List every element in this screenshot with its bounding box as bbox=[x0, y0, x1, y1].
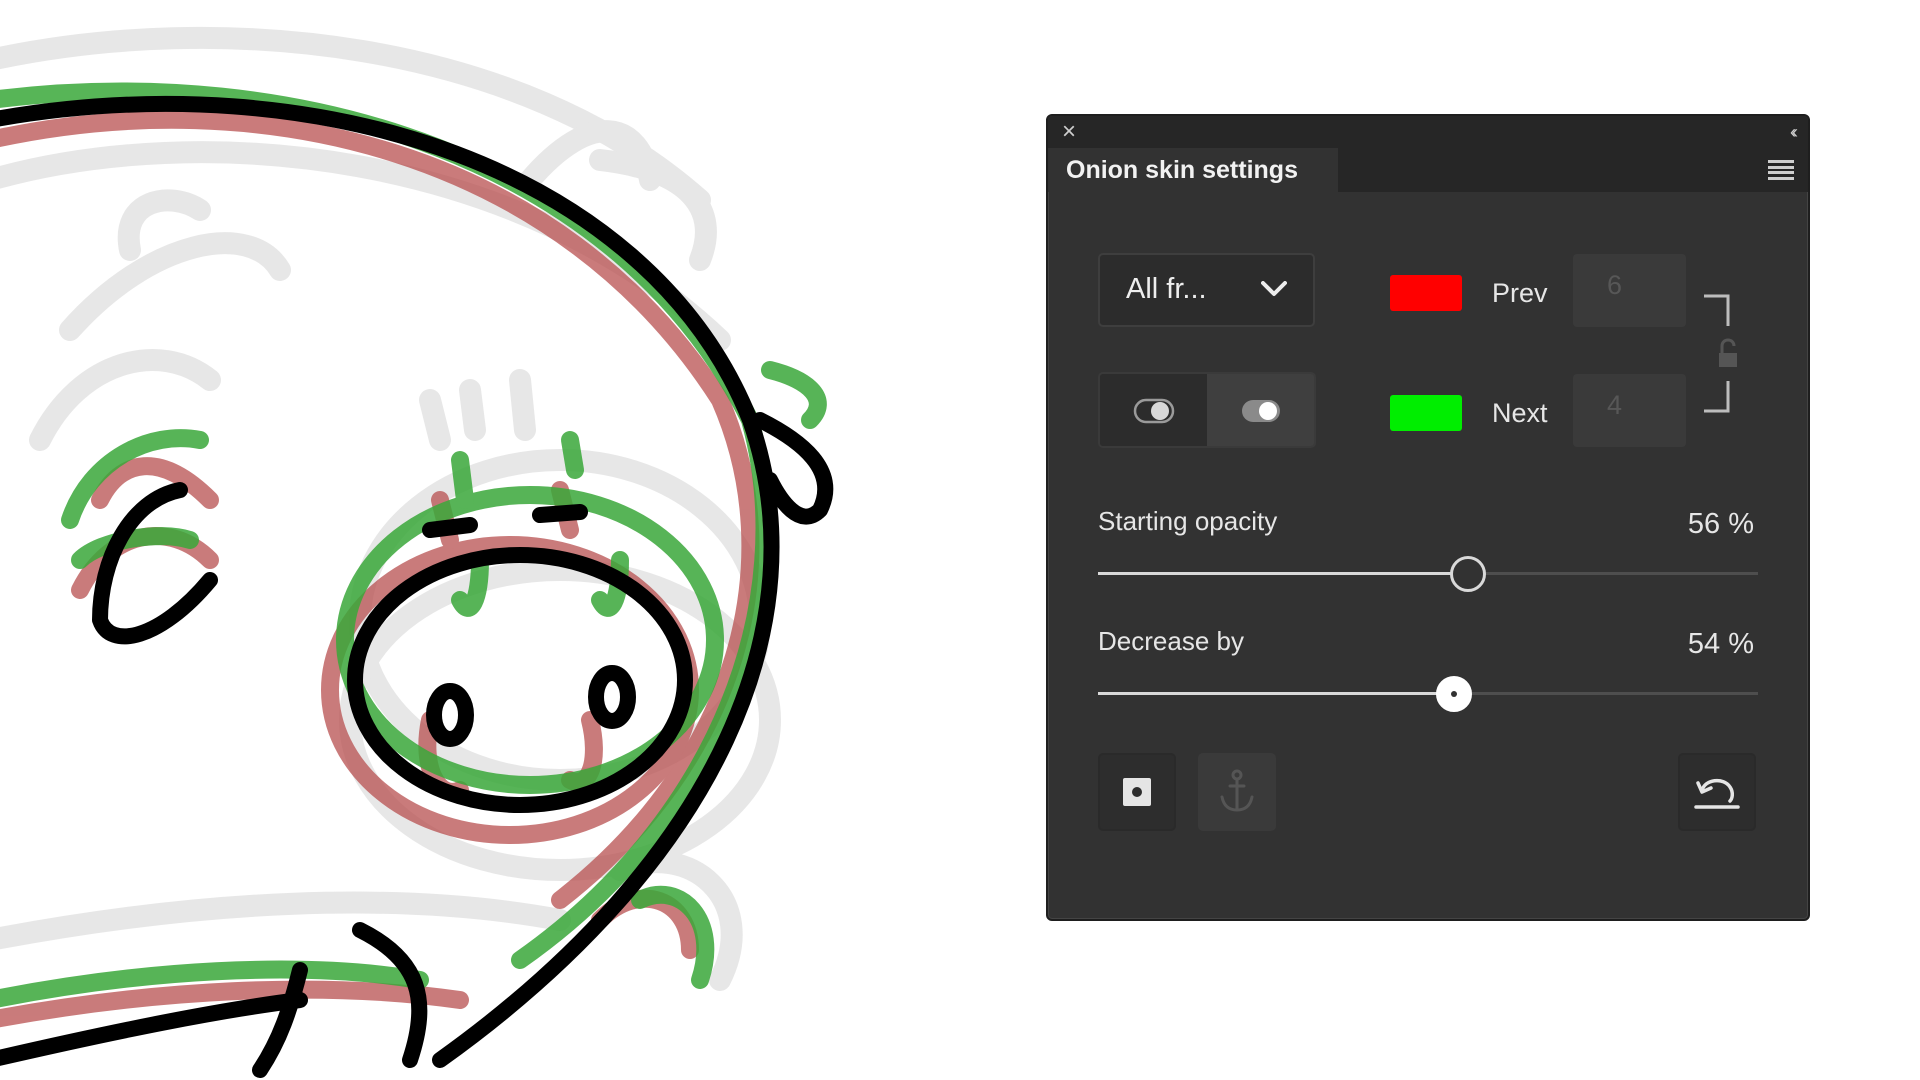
prev-color-swatch[interactable] bbox=[1390, 275, 1462, 311]
link-lock-icon[interactable] bbox=[1694, 291, 1744, 421]
dropdown-value: All fr... bbox=[1126, 273, 1207, 305]
anchor-button[interactable] bbox=[1198, 753, 1276, 831]
starting-opacity-fill bbox=[1098, 572, 1468, 575]
keyframe-icon bbox=[1123, 778, 1151, 806]
panel-tabbar: Onion skin settings bbox=[1048, 148, 1808, 192]
collapse-icon[interactable]: ‹‹ bbox=[1790, 122, 1798, 143]
next-color-swatch[interactable] bbox=[1390, 395, 1462, 431]
next-label: Next bbox=[1492, 398, 1548, 428]
close-icon[interactable]: × bbox=[1062, 120, 1076, 144]
keyframe-button[interactable] bbox=[1098, 753, 1176, 831]
next-frames-input[interactable]: 4 bbox=[1573, 374, 1686, 447]
starting-opacity-value: 56 % bbox=[1687, 508, 1754, 540]
onion-skin-settings-panel: × ‹‹ Onion skin settings All fr... Prev … bbox=[1046, 114, 1810, 921]
starting-opacity-label: Starting opacity bbox=[1098, 506, 1278, 536]
prev-label: Prev bbox=[1492, 278, 1548, 308]
onion-mode-dropdown[interactable]: All fr... bbox=[1098, 253, 1315, 327]
anchor-icon bbox=[1220, 769, 1254, 812]
hamburger-menu-icon[interactable] bbox=[1768, 160, 1794, 180]
decrease-by-label: Decrease by bbox=[1098, 626, 1244, 656]
reset-button[interactable] bbox=[1678, 753, 1756, 831]
toggle-outline-icon bbox=[1133, 398, 1175, 424]
toggle-filled-icon bbox=[1242, 400, 1280, 422]
outline-mode-button[interactable] bbox=[1100, 374, 1207, 446]
prev-frames-input[interactable]: 6 bbox=[1573, 254, 1686, 327]
chevron-down-icon bbox=[1261, 281, 1287, 296]
decrease-by-value: 54 % bbox=[1687, 628, 1754, 660]
decrease-by-fill bbox=[1098, 692, 1455, 695]
filled-mode-button[interactable] bbox=[1207, 374, 1314, 446]
reset-icon bbox=[1694, 778, 1740, 809]
decrease-by-slider-thumb[interactable] bbox=[1436, 676, 1473, 712]
starting-opacity-slider-thumb[interactable] bbox=[1449, 556, 1486, 592]
panel-titlebar: × ‹‹ bbox=[1048, 116, 1808, 148]
onion-style-segmented-control bbox=[1098, 372, 1316, 448]
panel-tab-title[interactable]: Onion skin settings bbox=[1048, 148, 1338, 192]
